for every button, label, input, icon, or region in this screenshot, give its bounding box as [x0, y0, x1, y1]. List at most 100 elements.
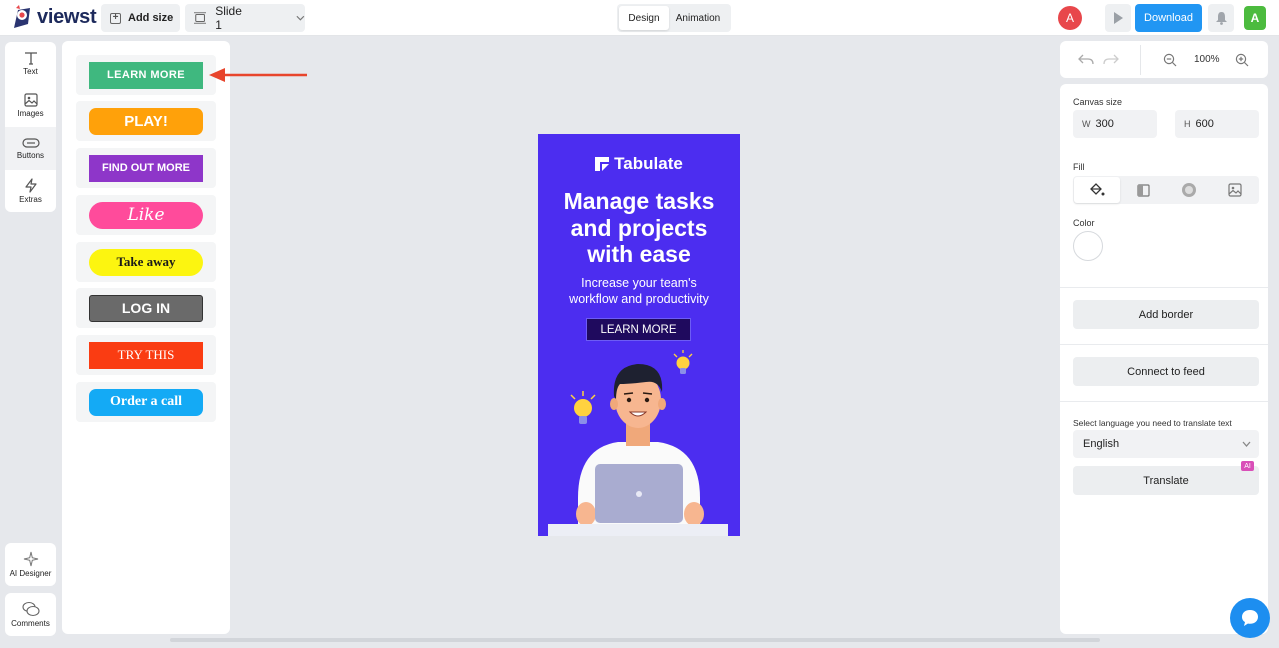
support-chat-button[interactable] — [1230, 598, 1270, 638]
headline-line: with ease — [587, 241, 691, 267]
button-sample: FIND OUT MORE — [89, 154, 203, 182]
fill-solid-option[interactable] — [1074, 177, 1120, 203]
slide-label: Slide 1 — [215, 4, 242, 32]
translate-button[interactable]: Translate — [1073, 466, 1259, 495]
ai-designer-button[interactable]: AI Designer — [5, 543, 56, 586]
chevron-down-icon — [296, 15, 305, 21]
button-sample: TRY THIS — [89, 341, 203, 369]
slide-selector[interactable]: Slide 1 — [185, 4, 305, 32]
fill-gradient-option[interactable] — [1120, 177, 1166, 203]
horizontal-scrollbar[interactable] — [170, 638, 1100, 642]
width-field[interactable]: W 300 — [1073, 110, 1157, 138]
paint-bucket-icon — [1090, 183, 1105, 196]
button-sample: Order a call — [89, 388, 203, 416]
rail-item-extras[interactable]: Extras — [5, 170, 56, 213]
gradient-icon — [1136, 183, 1150, 197]
tab-animation[interactable]: Animation — [669, 6, 727, 30]
comments-icon — [21, 601, 40, 617]
chat-bubble-icon — [1242, 610, 1258, 626]
user-avatar[interactable]: A — [1058, 6, 1082, 30]
rail-item-text[interactable]: Text — [5, 42, 56, 85]
rail-item-label: Text — [23, 66, 38, 76]
headline: Manage tasks and projects with ease — [538, 188, 740, 268]
button-template-take-away[interactable]: Take away — [76, 242, 216, 282]
button-template-find-out-more[interactable]: FIND OUT MORE — [76, 148, 216, 188]
history-zoom-bar: 100% — [1060, 41, 1268, 78]
add-size-label: Add size — [128, 12, 174, 24]
brand-name: Tabulate — [614, 154, 683, 173]
fill-label: Fill — [1073, 162, 1085, 172]
button-template-like[interactable]: Like — [76, 195, 216, 235]
chevron-down-icon — [1242, 441, 1251, 447]
mode-tabs: Design Animation — [617, 4, 731, 32]
plus-square-icon: + — [110, 12, 121, 24]
account-avatar[interactable]: A — [1244, 6, 1266, 30]
subtitle-line: workflow and productivity — [569, 292, 709, 306]
add-size-button[interactable]: + Add size — [101, 4, 180, 32]
sparkle-icon — [23, 551, 38, 567]
app-logo[interactable]: viewst — [10, 4, 97, 30]
comments-button[interactable]: Comments — [5, 593, 56, 636]
download-button[interactable]: Download — [1135, 4, 1202, 32]
tab-design[interactable]: Design — [619, 6, 669, 30]
button-template-play[interactable]: PLAY! — [76, 101, 216, 141]
headline-line: and projects — [570, 214, 708, 241]
connect-to-feed-button[interactable]: Connect to feed — [1073, 357, 1259, 386]
image-icon — [23, 93, 38, 107]
fill-type-selector — [1073, 176, 1259, 204]
button-sample: PLAY! — [89, 107, 203, 135]
color-label: Color — [1073, 218, 1095, 228]
height-field[interactable]: H 600 — [1175, 110, 1259, 138]
button-sample: Take away — [89, 248, 203, 276]
section-divider — [1060, 287, 1268, 288]
ad-canvas[interactable]: Tabulate Manage tasks and projects with … — [538, 134, 740, 536]
viewst-logo-icon — [14, 5, 30, 28]
ai-designer-label: AI Designer — [9, 569, 52, 578]
lightbulb-icon — [570, 391, 596, 424]
lightning-icon — [24, 178, 37, 193]
text-icon — [24, 52, 37, 65]
undo-icon[interactable] — [1078, 53, 1094, 65]
ai-badge: AI — [1241, 461, 1254, 471]
annotation-arrow-icon — [209, 68, 307, 82]
rail-item-images[interactable]: Images — [5, 85, 56, 128]
person-with-laptop-illustration — [548, 350, 728, 536]
button-template-try-this[interactable]: TRY THIS — [76, 335, 216, 375]
button-template-learn-more[interactable]: LEARN MORE — [76, 55, 216, 95]
fill-radial-option[interactable] — [1166, 177, 1212, 203]
redo-icon[interactable] — [1103, 53, 1119, 65]
add-border-button[interactable]: Add border — [1073, 300, 1259, 329]
slide-icon — [194, 12, 207, 24]
brand-lockup: Tabulate — [538, 154, 740, 174]
preview-button[interactable] — [1105, 4, 1131, 32]
rail-item-label: Images — [17, 109, 44, 119]
subtitle-line: Increase your team's — [581, 276, 697, 290]
rail-item-buttons[interactable]: Buttons — [5, 127, 56, 170]
image-fill-icon — [1228, 183, 1242, 197]
color-swatch[interactable] — [1073, 231, 1103, 261]
rail-item-label: Extras — [19, 194, 42, 204]
button-template-log-in[interactable]: LOG IN — [76, 288, 216, 328]
logo-text: viewst — [37, 5, 97, 28]
section-divider — [1060, 401, 1268, 402]
width-prefix: W — [1082, 119, 1091, 129]
width-value: 300 — [1095, 118, 1114, 130]
fill-image-option[interactable] — [1212, 177, 1258, 203]
button-sample: LEARN MORE — [89, 61, 203, 89]
toolbar-divider — [1140, 45, 1141, 75]
lightbulb-icon — [673, 350, 693, 374]
section-divider — [1060, 344, 1268, 345]
tool-rail: Text Images Buttons Extras — [5, 42, 56, 212]
headline-line: Manage tasks — [563, 188, 715, 214]
tabulate-logo-icon — [595, 157, 610, 171]
language-select[interactable]: English — [1073, 430, 1259, 458]
canvas-size-label: Canvas size — [1073, 97, 1123, 107]
bell-icon — [1215, 12, 1227, 25]
canvas-cta-button[interactable]: LEARN MORE — [586, 318, 691, 341]
zoom-level: 100% — [1194, 54, 1220, 65]
button-template-order-a-call[interactable]: Order a call — [76, 382, 216, 422]
zoom-in-icon[interactable] — [1235, 53, 1249, 67]
notifications-button[interactable] — [1208, 4, 1234, 32]
top-bar: viewst + Add size Slide 1 Design Animati… — [0, 0, 1279, 36]
zoom-out-icon[interactable] — [1163, 53, 1177, 67]
